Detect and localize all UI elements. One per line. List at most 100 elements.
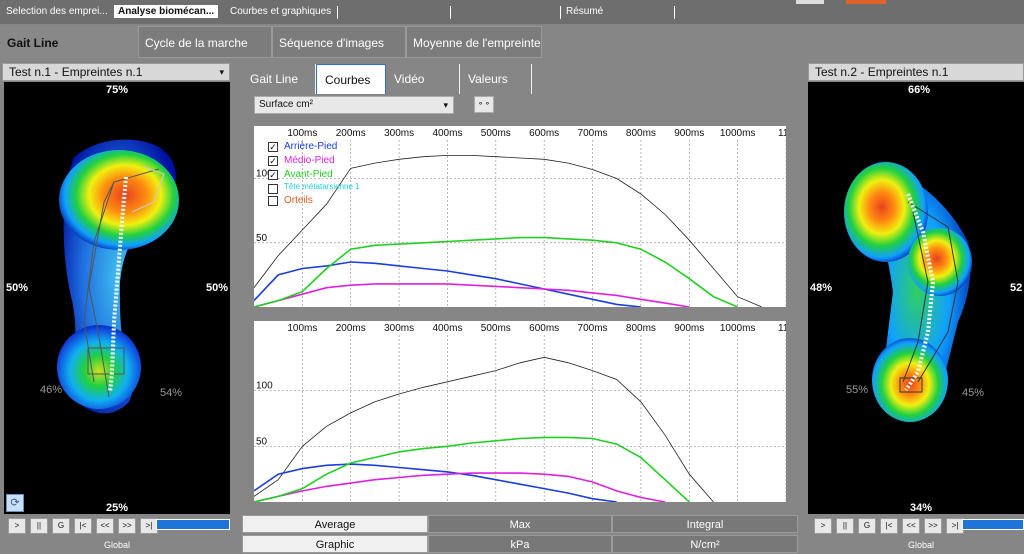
rewind-button[interactable]: <<	[902, 518, 920, 534]
tab-separator	[450, 6, 451, 19]
subtab-gait-line[interactable]: Gait Line	[0, 26, 138, 58]
x-tick-label: 400ms	[432, 323, 462, 334]
checkbox-tete-metatarsienne[interactable]	[268, 184, 278, 194]
right-bottom-percent: 34%	[910, 502, 933, 514]
legend-label: Orteils	[284, 195, 313, 206]
x-tick-label: 700ms	[578, 323, 608, 334]
left-lower-right-percent: 54%	[160, 387, 183, 399]
x-tick-label: 100ms	[287, 323, 317, 334]
left-lower-left-percent: 46%	[40, 384, 63, 396]
forward-button[interactable]: >>	[118, 518, 136, 534]
pause-button[interactable]: ||	[836, 518, 854, 534]
left-pressure-map	[57, 139, 179, 414]
refresh-icon[interactable]: ⟳	[6, 494, 24, 512]
series-line-m-dio-pied	[254, 283, 690, 307]
options-button[interactable]: ⚬⚬	[474, 96, 494, 113]
right-footprint-view[interactable]	[808, 82, 1024, 514]
y-tick-label: 50	[256, 436, 268, 447]
legend-item-tete-metatarsienne[interactable]: Tête métatarsienne 1	[268, 183, 368, 195]
checkbox-arriere-pied[interactable]: ✓	[268, 142, 278, 152]
right-lower-right-percent: 45%	[962, 387, 985, 399]
y-tick-label: 50	[256, 233, 268, 244]
tab-separator	[560, 6, 561, 19]
left-test-title: Test n.1 - Empreintes n.1	[9, 65, 143, 79]
tab-integral[interactable]: Integral	[612, 515, 798, 533]
legend-label: Médio-Pied	[284, 155, 335, 166]
tab-valeurs[interactable]: Valeurs	[460, 64, 532, 94]
metric-select[interactable]: Surface cm² ▾	[254, 96, 454, 114]
close-window-button[interactable]	[846, 0, 886, 4]
y-tick-label: 100	[256, 381, 273, 392]
x-tick-label: 400ms	[432, 128, 462, 139]
chevron-down-icon: ▾	[219, 67, 224, 77]
x-tick-label: 110	[778, 323, 786, 334]
tab-average[interactable]: Average	[242, 515, 428, 533]
chart-svg: 100ms 200ms 300ms 400ms 500ms 600ms 700ms 800ms…	[254, 323, 786, 502]
x-tick-label: 800ms	[626, 323, 656, 334]
legend-item-orteils[interactable]: Orteils	[268, 195, 368, 209]
x-tick-label: 900ms	[674, 323, 704, 334]
play-button[interactable]: >	[814, 518, 832, 534]
tab-analyse-biomecanique[interactable]: Analyse biomécan...	[114, 5, 219, 18]
legend-label: Tête métatarsienne 1	[284, 182, 360, 191]
subtab-cycle-marche[interactable]: Cycle de la marche	[138, 26, 272, 58]
series-line-m-dio-pied	[254, 472, 666, 502]
metric-select-value: Surface cm²	[259, 99, 313, 110]
left-footprint-view[interactable]	[4, 82, 230, 514]
x-tick-label: 500ms	[481, 323, 511, 334]
top-nav-bar: Selection des emprei... Analyse biomécan…	[0, 0, 1024, 24]
x-tick-label: 1000ms	[720, 323, 756, 334]
x-tick-label: 600ms	[529, 323, 559, 334]
series-line-total	[254, 356, 714, 502]
global-button[interactable]: G	[858, 518, 876, 534]
series-line-arri-re-pied	[254, 463, 617, 502]
x-tick-label: 900ms	[674, 128, 704, 139]
tab-courbes[interactable]: Courbes	[316, 64, 386, 94]
checkbox-avant-pied[interactable]: ✓	[268, 170, 278, 180]
legend-label: Avant-Pied	[284, 169, 333, 180]
tab-courbes-graphiques[interactable]: Courbes et graphiques	[230, 6, 331, 17]
x-tick-label: 1000ms	[720, 128, 756, 139]
x-tick-label: 300ms	[384, 128, 414, 139]
left-top-percent: 75%	[106, 84, 129, 96]
tab-video[interactable]: Vidéo	[386, 64, 460, 94]
tab-resume[interactable]: Résumé	[566, 6, 603, 17]
first-frame-button[interactable]: |<	[880, 518, 898, 534]
right-test-selector[interactable]: Test n.2 - Empreintes n.1	[808, 63, 1024, 81]
pause-button[interactable]: ||	[30, 518, 48, 534]
right-progress-slider[interactable]	[962, 519, 1024, 530]
tab-selection-empreintes[interactable]: Selection des emprei...	[6, 6, 108, 17]
x-tick-label: 110	[778, 128, 786, 139]
right-right-percent: 52	[1010, 282, 1023, 294]
checkbox-orteils[interactable]	[268, 196, 278, 206]
first-frame-button[interactable]: |<	[74, 518, 92, 534]
forward-button[interactable]: >>	[924, 518, 942, 534]
tab-max[interactable]: Max	[428, 515, 612, 533]
left-progress-slider[interactable]	[156, 519, 230, 530]
checkbox-medio-pied[interactable]: ✓	[268, 156, 278, 166]
legend-item-avant-pied[interactable]: ✓ Avant-Pied	[268, 169, 368, 183]
subtab-moyenne-empreinte[interactable]: Moyenne de l'empreinte	[406, 26, 542, 58]
play-button[interactable]: >	[8, 518, 26, 534]
left-global-label: Global	[104, 540, 131, 550]
rewind-button[interactable]: <<	[96, 518, 114, 534]
subtab-sequence-images[interactable]: Séquence d'images	[272, 26, 406, 58]
x-tick-label: 200ms	[336, 128, 366, 139]
curves-legend: ✓ Arrière-Pied ✓ Médio-Pied ✓ Avant-Pied Tê…	[268, 141, 368, 209]
tab-separator	[674, 6, 675, 19]
legend-item-medio-pied[interactable]: ✓ Médio-Pied	[268, 155, 368, 169]
curves-chart-test-2: 100ms 200ms 300ms 400ms 500ms 600ms 700ms 800ms…	[254, 321, 786, 502]
tab-ncm2[interactable]: N/cm²	[612, 535, 798, 553]
tab-graphic[interactable]: Graphic	[242, 535, 428, 553]
tab-kpa[interactable]: kPa	[428, 535, 612, 553]
window-button[interactable]	[796, 0, 824, 4]
tab-separator	[337, 6, 338, 19]
legend-item-arriere-pied[interactable]: ✓ Arrière-Pied	[268, 141, 368, 155]
chevron-down-icon: ▾	[443, 100, 448, 110]
tab-gait-line[interactable]: Gait Line	[242, 64, 316, 94]
left-test-selector[interactable]: Test n.1 - Empreintes n.1 ▾	[2, 63, 230, 81]
right-test-title: Test n.2 - Empreintes n.1	[815, 65, 949, 79]
global-button[interactable]: G	[52, 518, 70, 534]
right-lower-left-percent: 55%	[846, 384, 869, 396]
x-tick-label: 800ms	[626, 128, 656, 139]
